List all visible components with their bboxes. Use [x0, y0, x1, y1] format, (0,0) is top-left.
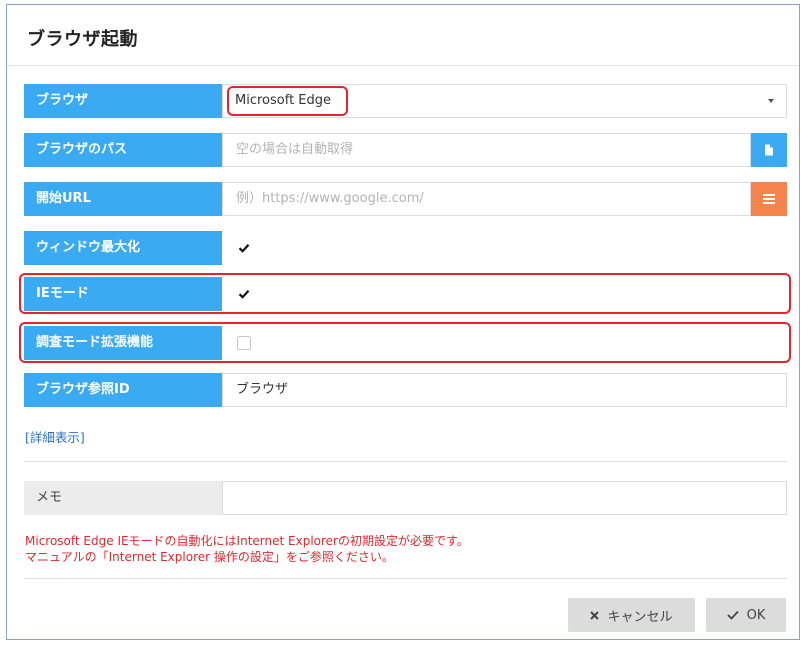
browser-row: ブラウザ Microsoft Edge	[24, 84, 787, 118]
cancel-button[interactable]: キャンセル	[568, 598, 695, 632]
start-url-placeholder: 例）https://www.google.com/	[236, 191, 424, 206]
start-url-input[interactable]: 例）https://www.google.com/	[222, 182, 751, 216]
ie-mode-row: IEモード	[24, 277, 787, 311]
debug-extension-checkbox[interactable]	[237, 336, 251, 350]
close-icon	[590, 610, 600, 620]
memo-row: メモ	[24, 481, 787, 515]
browser-path-placeholder: 空の場合は自動取得	[236, 142, 354, 157]
browser-select[interactable]: Microsoft Edge	[222, 84, 787, 118]
start-url-label: 開始URL	[24, 182, 222, 216]
ie-mode-checkbox[interactable]	[237, 287, 251, 301]
debug-extension-label: 調査モード拡張機能	[24, 326, 222, 360]
browser-path-label: ブラウザのパス	[24, 133, 222, 167]
maximize-window-label: ウィンドウ最大化	[24, 231, 222, 265]
browser-ref-id-row: ブラウザ参照ID ブラウザ	[24, 373, 787, 407]
browser-ref-id-label: ブラウザ参照ID	[24, 373, 222, 407]
browser-path-row: ブラウザのパス 空の場合は自動取得	[24, 133, 787, 167]
checkmark-icon	[238, 290, 250, 299]
footer-divider	[24, 578, 787, 579]
maximize-window-row: ウィンドウ最大化	[24, 231, 787, 265]
ie-mode-label: IEモード	[24, 277, 222, 311]
memo-label: メモ	[24, 481, 222, 515]
browser-label: ブラウザ	[24, 84, 222, 118]
browser-launch-dialog: ブラウザ起動 ブラウザ Microsoft Edge ブラウザのパス 空の場合は…	[6, 4, 800, 640]
list-icon	[763, 194, 775, 204]
section-divider	[24, 461, 787, 462]
ie-mode-warning: Microsoft Edge IEモードの自動化にはInternet Explo…	[25, 533, 469, 565]
browser-value-highlight	[227, 86, 348, 116]
memo-input[interactable]	[222, 481, 787, 515]
url-list-button[interactable]	[751, 182, 787, 216]
browser-path-input[interactable]: 空の場合は自動取得	[222, 133, 751, 167]
chevron-down-icon[interactable]	[768, 99, 774, 103]
maximize-window-checkbox[interactable]	[237, 241, 251, 255]
browse-file-button[interactable]	[751, 133, 787, 167]
dialog-title: ブラウザ起動	[27, 29, 138, 50]
title-divider	[7, 65, 799, 66]
ok-button[interactable]: OK	[706, 598, 786, 632]
warning-line-2: マニュアルの「Internet Explorer 操作の設定」をご参照ください。	[25, 550, 394, 564]
file-icon	[765, 144, 773, 156]
checkmark-icon	[726, 610, 739, 620]
debug-extension-row: 調査モード拡張機能	[24, 326, 787, 360]
ok-button-label: OK	[746, 607, 766, 623]
browser-ref-id-input[interactable]: ブラウザ	[222, 373, 787, 407]
checkmark-icon	[238, 244, 250, 253]
warning-line-1: Microsoft Edge IEモードの自動化にはInternet Explo…	[25, 534, 469, 548]
detail-link[interactable]: [詳細表示]	[25, 427, 85, 446]
start-url-row: 開始URL 例）https://www.google.com/	[24, 182, 787, 216]
cancel-button-label: キャンセル	[607, 609, 673, 625]
